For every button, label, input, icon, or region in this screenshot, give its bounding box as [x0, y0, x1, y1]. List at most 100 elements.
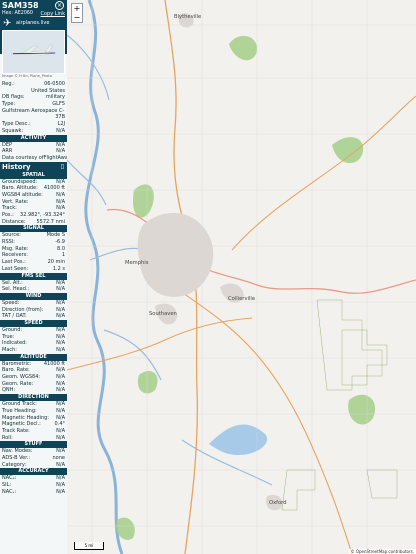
- group-key: QNH:: [2, 387, 16, 394]
- group-value: N/A: [56, 374, 65, 381]
- group-key: Vert. Rate:: [2, 198, 29, 205]
- info-row: Squawk: N/A: [0, 128, 67, 135]
- section-value: N/A: [56, 141, 65, 148]
- group-key: Category:: [2, 461, 27, 468]
- group-row: True: N/A: [0, 334, 67, 341]
- info-key: Gulfstream Aerospace C-: [2, 107, 65, 114]
- group-row: SIL: N/A: [0, 482, 67, 489]
- group-row: Baro. Altitude: 41000 ft: [0, 185, 67, 192]
- group-row: Distance: 5572.7 nmi: [0, 219, 67, 226]
- copy-link[interactable]: Copy Link: [40, 11, 65, 17]
- plane-icon: ✈: [3, 18, 12, 29]
- group-row: Ground: N/A: [0, 327, 67, 334]
- section-row: Data courtesy ofFlightAware: [0, 155, 67, 162]
- map-attribution[interactable]: © OpenStreetMap contributors.: [348, 549, 416, 554]
- group-row: Category: N/A: [0, 462, 67, 469]
- info-row: Reg.: 06-0500: [0, 81, 67, 88]
- info-key: Reg.:: [2, 81, 15, 87]
- history-title: History ▯: [0, 161, 67, 172]
- zoom-control[interactable]: + −: [71, 3, 83, 23]
- group-row: Magnetic Decl.: 0.4°: [0, 421, 67, 428]
- group-key: ADS-B Ver.:: [2, 454, 31, 461]
- info-key: Type Desc.:: [2, 121, 31, 128]
- group-title: WIND: [0, 292, 67, 300]
- group-value: N/A: [56, 427, 65, 434]
- group-value: 41000 ft: [43, 185, 65, 192]
- source-label: airplanes.live: [16, 20, 50, 26]
- group-key: Speed:: [2, 299, 20, 306]
- group-title: ALTITUDE: [0, 353, 67, 361]
- group-row: Baro. Rate: N/A: [0, 367, 67, 374]
- info-key: DB flags:: [2, 94, 25, 101]
- group-row: Sel. Alt.: N/A: [0, 280, 67, 287]
- group-row: NACₚ: N/A: [0, 475, 67, 482]
- group-key: Track:: [2, 205, 17, 212]
- info-row: Gulfstream Aerospace C-: [0, 108, 67, 115]
- hex-code: Hex: AE2060: [2, 11, 33, 16]
- group-value: N/A: [56, 434, 65, 441]
- group-key: NACᵥ:: [2, 488, 17, 495]
- group-value: N/A: [56, 340, 65, 347]
- info-row: United States: [0, 88, 67, 95]
- group-row: Ground Track: N/A: [0, 401, 67, 408]
- group-row: Source: Mode S: [0, 232, 67, 239]
- group-row: True Heading: N/A: [0, 408, 67, 415]
- map-view[interactable]: Blytheville Memphis Collierville Southav…: [67, 0, 416, 554]
- group-key: NACₚ:: [2, 475, 17, 482]
- group-value: 41000 ft: [43, 360, 65, 367]
- section-key: ARR: [2, 148, 13, 155]
- info-row: 37B: [0, 114, 67, 121]
- group-value: N/A: [56, 367, 65, 374]
- group-key: Geom. Rate:: [2, 380, 34, 387]
- collapse-icon[interactable]: ▯: [61, 162, 64, 172]
- group-value: N/A: [56, 279, 65, 286]
- group-key: Baro. Altitude:: [2, 185, 38, 192]
- group-value: N/A: [56, 333, 65, 340]
- group-row: Nav. Modes: N/A: [0, 448, 67, 455]
- group-key: Ground Track:: [2, 401, 37, 408]
- group-value: N/A: [56, 488, 65, 495]
- group-title: SPATIAL: [0, 171, 67, 179]
- aircraft-image: [3, 31, 64, 73]
- group-value: N/A: [56, 205, 65, 212]
- group-value: -6.9: [55, 239, 65, 246]
- section-value: N/A: [56, 148, 65, 155]
- group-key: Geom. WGS84:: [2, 374, 41, 381]
- group-key: Groundspeed:: [2, 178, 38, 185]
- group-row: Track Rate: N/A: [0, 428, 67, 435]
- info-value: GLF5: [52, 101, 65, 108]
- group-key: Barometric:: [2, 360, 32, 367]
- group-row: Msg. Rate: 8.0: [0, 246, 67, 253]
- group-key: TAT / OAT:: [2, 313, 27, 320]
- photo-caption: Image © H Bn, Plane_Photo: [2, 74, 52, 78]
- group-row: TAT / OAT: N/A: [0, 313, 67, 320]
- close-icon[interactable]: ×: [55, 1, 64, 10]
- group-row: NACᵥ: N/A: [0, 489, 67, 496]
- map-graphics: Blytheville Memphis Collierville Southav…: [67, 0, 416, 554]
- group-value: none: [52, 454, 65, 461]
- group-key: Last Pos.:: [2, 259, 26, 266]
- aircraft-photo[interactable]: [2, 30, 65, 74]
- group-key: Direction (from):: [2, 306, 44, 313]
- group-row: ADS-B Ver.: none: [0, 455, 67, 462]
- section-row: DEP N/A: [0, 142, 67, 149]
- info-value: L2J: [57, 121, 65, 128]
- group-row: Geom. Rate: N/A: [0, 381, 67, 388]
- info-row: Type: GLF5: [0, 101, 67, 108]
- group-key: RSSI:: [2, 239, 15, 246]
- group-row: Direction (from): N/A: [0, 307, 67, 314]
- group-value: N/A: [56, 286, 65, 293]
- map-city-label: Oxford: [269, 500, 287, 506]
- section-key: Data courtesy of: [2, 154, 44, 161]
- group-key: Msg. Rate:: [2, 245, 29, 252]
- group-key: True:: [2, 333, 15, 340]
- group-key: Sel. Alt.:: [2, 279, 23, 286]
- info-value: N/A: [56, 127, 65, 134]
- group-value: N/A: [56, 347, 65, 353]
- group-value: N/A: [56, 198, 65, 205]
- group-value: 20 min: [47, 259, 65, 266]
- group-value: 32.982°, -93.324°: [20, 212, 65, 218]
- group-key: Baro. Rate:: [2, 367, 30, 374]
- info-value: 37B: [55, 114, 65, 121]
- group-value: N/A: [56, 191, 65, 198]
